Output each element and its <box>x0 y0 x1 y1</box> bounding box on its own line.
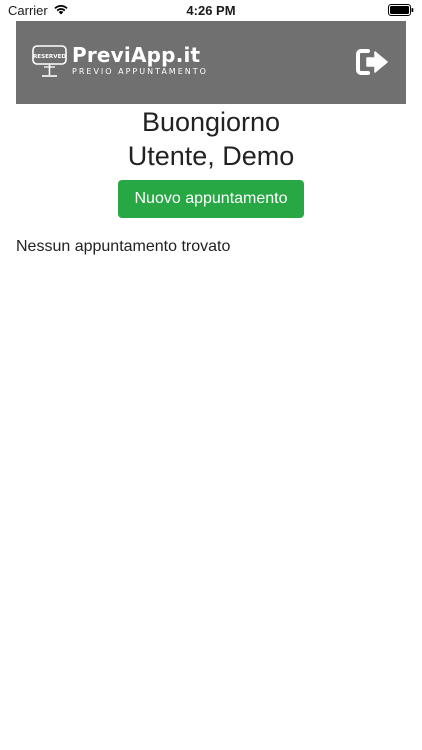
greeting-line1: Buongiorno <box>141 107 281 137</box>
app-header: RESERVED PreviApp.it PREVIO APPUNTAMENTO <box>16 21 406 104</box>
logo-title: PreviApp.it <box>72 43 201 67</box>
logout-button[interactable] <box>356 48 390 76</box>
status-bar: Carrier 4:26 PM <box>0 0 422 22</box>
greeting: Buongiorno Utente, Demo <box>0 105 422 173</box>
status-bar-time: 4:26 PM <box>186 3 236 18</box>
reserved-sign-icon: RESERVED <box>32 44 68 85</box>
new-appointment-button[interactable]: Nuovo appuntamento <box>118 180 304 218</box>
logout-icon <box>356 49 390 80</box>
logo-text: PreviApp.it PREVIO APPUNTAMENTO <box>72 44 208 77</box>
app-logo: RESERVED PreviApp.it PREVIO APPUNTAMENTO <box>32 44 208 85</box>
svg-text:RESERVED: RESERVED <box>33 54 66 60</box>
user-name: Utente, Demo <box>127 141 295 171</box>
battery-icon <box>388 4 414 19</box>
logo-subtitle: PREVIO APPUNTAMENTO <box>72 67 208 76</box>
status-bar-right <box>388 4 414 19</box>
empty-appointments-message: Nessun appuntamento trovato <box>16 238 231 255</box>
